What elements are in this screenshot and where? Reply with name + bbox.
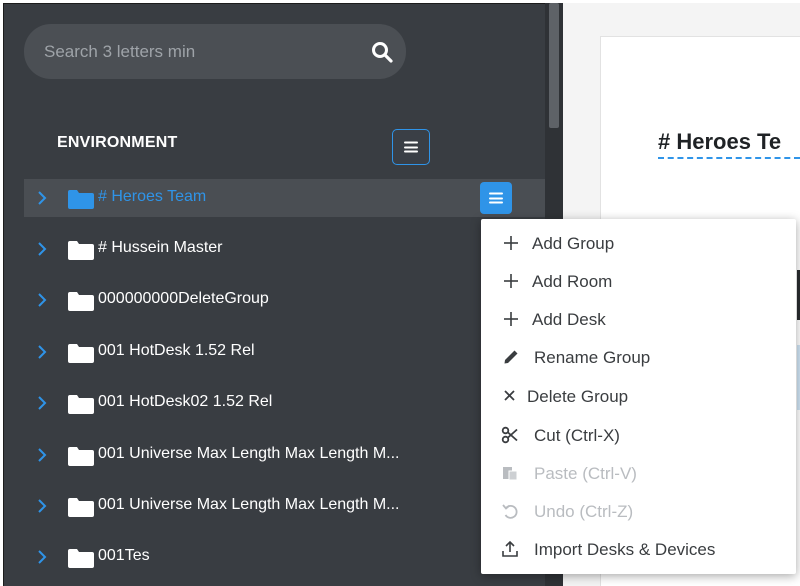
menu-item-label: Add Group: [532, 234, 615, 253]
folder-icon: [68, 190, 94, 209]
group-context-menu: Add Group Add Room Add Desk Rename Group…: [481, 219, 796, 574]
scissors-icon: [501, 426, 518, 444]
folder-icon: [68, 549, 94, 568]
menu-item-label: Rename Group: [534, 348, 651, 367]
tree-row-label: 001 Universe Max Length Max Length M...: [98, 496, 400, 513]
chevron-right-icon[interactable]: [36, 241, 48, 257]
search-input[interactable]: [44, 39, 344, 65]
menu-item-import-desks-devices[interactable]: Import Desks & Devices: [481, 530, 796, 568]
pencil-icon: [504, 350, 518, 364]
menu-item-label: Cut (Ctrl-X): [534, 426, 620, 445]
menu-item-rename-group[interactable]: Rename Group: [481, 338, 796, 376]
chevron-right-icon[interactable]: [36, 549, 48, 565]
menu-item-label: Add Desk: [532, 310, 606, 329]
menu-item-label: Add Room: [532, 272, 613, 291]
folder-icon: [68, 447, 94, 466]
menu-item-label: Delete Group: [527, 387, 629, 406]
tree-row-label: 001 HotDesk02 1.52 Rel: [98, 393, 273, 410]
tree-row-label: 001 HotDesk 1.52 Rel: [98, 342, 255, 359]
folder-icon: [68, 344, 94, 363]
tree-row-label: # Heroes Team: [98, 188, 207, 205]
chevron-right-icon[interactable]: [36, 498, 48, 514]
menu-item-add-group[interactable]: Add Group: [481, 224, 796, 262]
tree-row-universe-2[interactable]: 001 Universe Max Length Max Length M...: [24, 487, 545, 525]
upload-icon: [502, 540, 518, 557]
detail-title[interactable]: # Heroes Te: [658, 129, 800, 159]
scrollbar-thumb[interactable]: [549, 3, 559, 128]
plus-icon: [504, 236, 518, 250]
menu-item-cut[interactable]: Cut (Ctrl-X): [481, 416, 796, 454]
menu-item-undo: Undo (Ctrl-Z): [481, 492, 796, 530]
menu-item-add-room[interactable]: Add Room: [481, 262, 796, 300]
hamburger-icon: [404, 141, 418, 153]
environment-menu-button[interactable]: [392, 129, 430, 165]
chevron-right-icon[interactable]: [36, 190, 48, 206]
tree-row-universe-1[interactable]: 001 Universe Max Length Max Length M...: [24, 436, 545, 474]
undo-icon: [502, 504, 518, 519]
chevron-right-icon[interactable]: [36, 447, 48, 463]
tree-row-label: 000000000DeleteGroup: [98, 290, 269, 307]
search-icon[interactable]: [370, 40, 394, 64]
menu-item-label: Import Desks & Devices: [534, 540, 716, 559]
folder-icon: [68, 395, 94, 414]
folder-icon: [68, 241, 94, 260]
tree-row-label: 001 Universe Max Length Max Length M...: [98, 445, 400, 462]
environment-heading: ENVIRONMENT: [57, 134, 178, 151]
tree-row-label: 001Tes: [98, 547, 150, 564]
hamburger-icon: [489, 192, 503, 204]
chevron-right-icon[interactable]: [36, 395, 48, 411]
menu-item-label: Paste (Ctrl-V): [534, 464, 637, 483]
tree-row-hotdesk[interactable]: 001 HotDesk 1.52 Rel: [24, 333, 545, 371]
folder-icon: [68, 292, 94, 311]
menu-item-delete-group[interactable]: Delete Group: [481, 377, 796, 415]
search-box[interactable]: [24, 24, 406, 79]
tree-row-delete-group[interactable]: 000000000DeleteGroup: [24, 281, 545, 319]
tree-row-001tes[interactable]: 001Tes: [24, 538, 545, 576]
plus-icon: [504, 274, 518, 288]
folder-icon: [68, 498, 94, 517]
chevron-right-icon[interactable]: [36, 292, 48, 308]
paste-icon: [503, 467, 518, 481]
tree-row-heroes-team[interactable]: # Heroes Team: [24, 179, 545, 217]
tree-row-hussein-master[interactable]: # Hussein Master: [24, 230, 545, 268]
tree-row-hotdesk02[interactable]: 001 HotDesk02 1.52 Rel: [24, 384, 545, 422]
tree-row-label: # Hussein Master: [98, 239, 223, 256]
menu-item-add-desk[interactable]: Add Desk: [481, 300, 796, 338]
menu-item-label: Undo (Ctrl-Z): [534, 502, 634, 521]
menu-item-paste: Paste (Ctrl-V): [481, 454, 796, 492]
x-icon: [504, 390, 515, 401]
row-menu-button[interactable]: [480, 182, 512, 214]
plus-icon: [504, 312, 518, 326]
chevron-right-icon[interactable]: [36, 344, 48, 360]
